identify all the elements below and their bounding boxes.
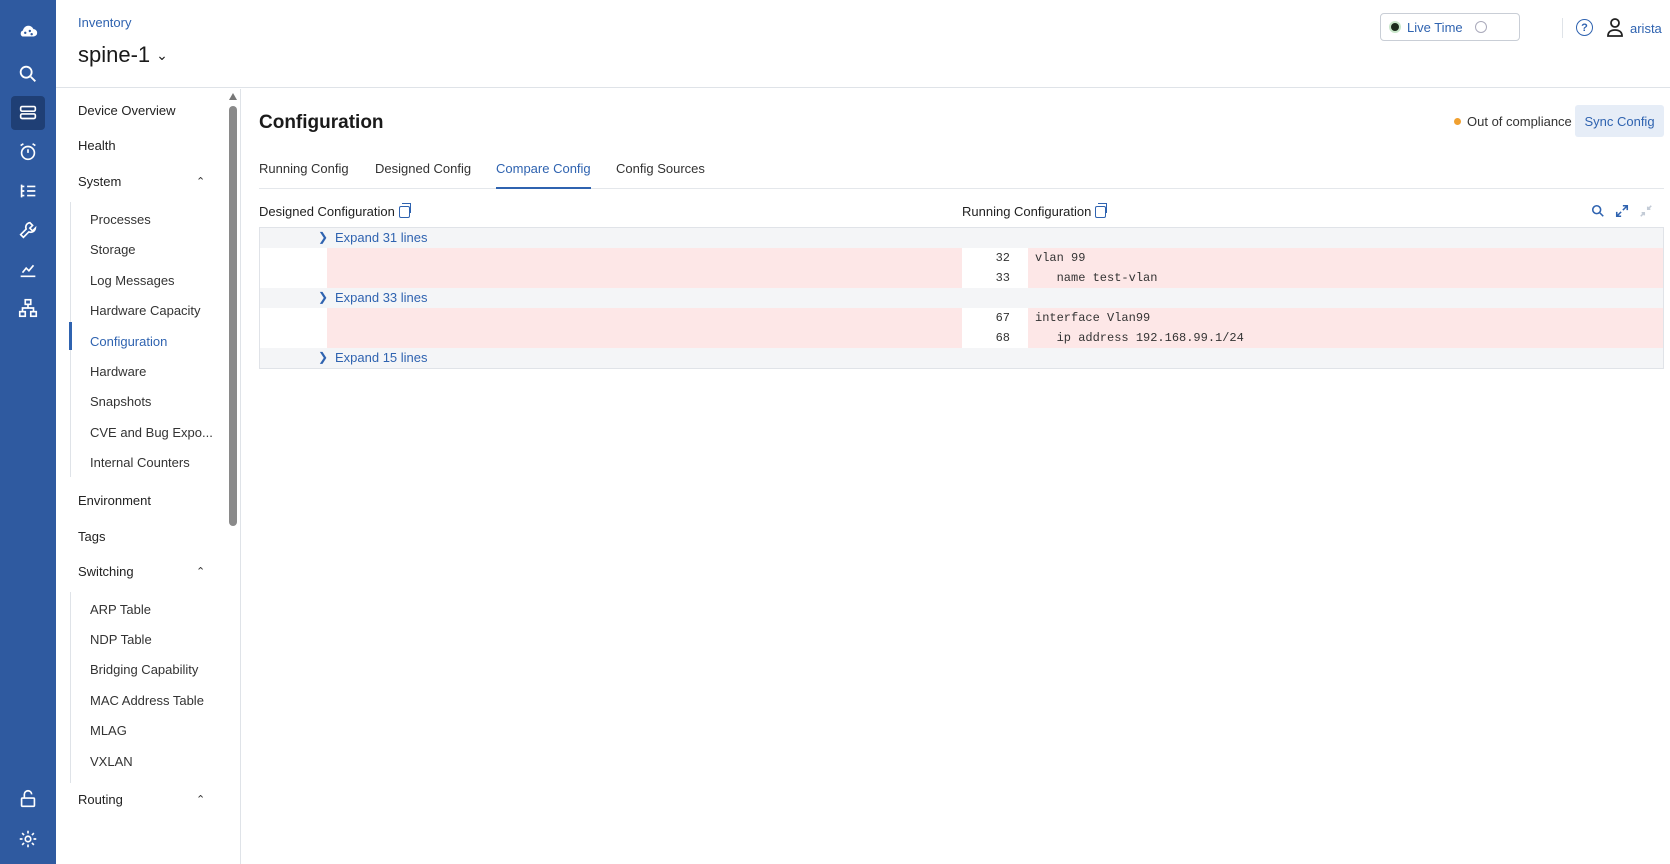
config-tabs: Running Config Designed Config Compare C… [259, 153, 1664, 189]
nav-scrollbar[interactable] [229, 106, 237, 526]
chevron-up-icon[interactable]: ⌃ [196, 175, 205, 188]
nav-log-messages[interactable]: Log Messages [90, 273, 175, 288]
designed-config-label: Designed Configuration [259, 204, 395, 219]
nav-ndp-table[interactable]: NDP Table [90, 632, 152, 647]
diff-empty-left [327, 328, 962, 348]
sync-config-button[interactable]: Sync Config [1575, 105, 1664, 137]
live-time-label: Live Time [1407, 19, 1463, 35]
help-icon[interactable]: ? [1576, 19, 1593, 36]
nav-processes[interactable]: Processes [90, 212, 151, 227]
diff-empty-left [327, 248, 962, 268]
diff-code: interface Vlan99 [1028, 308, 1663, 328]
copy-icon[interactable] [398, 202, 411, 218]
nav-cve-bug-exposure[interactable]: CVE and Bug Expo... [90, 425, 213, 440]
search-icon[interactable] [1590, 203, 1606, 219]
nav-configuration[interactable]: Configuration [90, 334, 167, 349]
tasks-icon[interactable] [11, 174, 45, 208]
nav-hardware-capacity[interactable]: Hardware Capacity [90, 303, 201, 318]
header-divider [1562, 18, 1563, 38]
unlock-icon[interactable] [11, 782, 45, 816]
status-dot-icon [1454, 118, 1461, 125]
nav-environment[interactable]: Environment [78, 493, 151, 508]
username-link[interactable]: arista [1630, 21, 1662, 36]
device-nav: Device Overview Health System ⌃ Processe… [56, 89, 241, 864]
nav-system[interactable]: System [78, 174, 121, 189]
device-title: spine-1 [78, 42, 151, 67]
line-number: 67 [963, 308, 1027, 328]
device-selector[interactable]: spine-1 ⌄ [78, 42, 168, 68]
line-number: 68 [963, 328, 1027, 348]
scroll-up-arrow[interactable] [229, 93, 237, 100]
diff-line: 33 name test-vlan [260, 268, 1663, 288]
tab-designed-config[interactable]: Designed Config [375, 161, 471, 189]
nav-mlag[interactable]: MLAG [90, 723, 127, 738]
nav-routing[interactable]: Routing [78, 792, 123, 807]
diff-empty-left [327, 268, 962, 288]
topology-icon[interactable] [11, 291, 45, 325]
nav-bridging-capability[interactable]: Bridging Capability [90, 662, 198, 677]
compliance-label: Out of compliance [1467, 114, 1572, 129]
nav-health[interactable]: Health [78, 138, 116, 153]
copy-icon[interactable] [1095, 202, 1108, 218]
chevron-down-icon: ⌄ [156, 46, 168, 63]
nav-sub-divider [70, 592, 71, 783]
config-diff-view: ❯ Expand 31 lines 32 vlan 99 33 name tes… [259, 227, 1664, 369]
line-number: 32 [963, 248, 1027, 268]
designed-config-header: Designed Configuration [259, 202, 411, 219]
dashboard-icon[interactable] [11, 252, 45, 286]
expand-icon[interactable] [1614, 203, 1630, 219]
nav-arp-table[interactable]: ARP Table [90, 602, 151, 617]
collapse-icon[interactable] [1638, 203, 1654, 219]
expand-row[interactable]: ❯ Expand 15 lines [260, 348, 1663, 368]
tab-compare-config[interactable]: Compare Config [496, 161, 591, 189]
running-config-label: Running Configuration [962, 204, 1092, 219]
running-config-header: Running Configuration [962, 202, 1108, 219]
chevron-up-icon[interactable]: ⌃ [196, 793, 205, 806]
nav-internal-counters[interactable]: Internal Counters [90, 455, 190, 470]
chevron-right-icon: ❯ [318, 230, 329, 244]
diff-empty-left [327, 308, 962, 328]
nav-snapshots[interactable]: Snapshots [90, 394, 151, 409]
nav-device-overview[interactable]: Device Overview [78, 103, 176, 118]
app-rail [0, 0, 56, 864]
clock-icon [1474, 21, 1487, 33]
diff-code: name test-vlan [1028, 268, 1663, 288]
diff-code: ip address 192.168.99.1/24 [1028, 328, 1663, 348]
tab-config-sources[interactable]: Config Sources [616, 161, 705, 189]
live-status-icon [1391, 23, 1399, 31]
devices-icon[interactable] [11, 96, 45, 130]
nav-active-indicator [69, 322, 72, 350]
expand-row[interactable]: ❯ Expand 33 lines [260, 288, 1663, 308]
expand-label: Expand 31 lines [335, 230, 428, 245]
nav-hardware[interactable]: Hardware [90, 364, 146, 379]
diff-code: vlan 99 [1028, 248, 1663, 268]
line-number: 33 [963, 268, 1027, 288]
page-title: Configuration [259, 112, 384, 133]
tab-running-config[interactable]: Running Config [259, 161, 349, 189]
live-time-button[interactable]: Live Time [1380, 13, 1520, 41]
search-icon[interactable] [11, 57, 45, 91]
gear-icon[interactable] [11, 822, 45, 856]
nav-mac-address-table[interactable]: MAC Address Table [90, 693, 204, 708]
diff-line: 68 ip address 192.168.99.1/24 [260, 328, 1663, 348]
breadcrumb-inventory[interactable]: Inventory [78, 15, 131, 30]
chevron-right-icon: ❯ [318, 350, 329, 364]
nav-tags[interactable]: Tags [78, 529, 105, 544]
chevron-up-icon[interactable]: ⌃ [196, 565, 205, 578]
nav-vxlan[interactable]: VXLAN [90, 754, 133, 769]
expand-row[interactable]: ❯ Expand 31 lines [260, 228, 1663, 248]
cloud-logo-icon[interactable] [11, 14, 45, 48]
nav-switching[interactable]: Switching [78, 564, 134, 579]
nav-storage[interactable]: Storage [90, 242, 136, 257]
alarm-icon[interactable] [11, 135, 45, 169]
diff-line: 32 vlan 99 [260, 248, 1663, 268]
diff-toolbar [1590, 203, 1654, 219]
chevron-right-icon: ❯ [318, 290, 329, 304]
user-icon[interactable] [1606, 17, 1624, 37]
diff-line: 67 interface Vlan99 [260, 308, 1663, 328]
expand-label: Expand 33 lines [335, 290, 428, 305]
wrench-icon[interactable] [11, 213, 45, 247]
expand-label: Expand 15 lines [335, 350, 428, 365]
compliance-status: Out of compliance [1454, 114, 1572, 129]
